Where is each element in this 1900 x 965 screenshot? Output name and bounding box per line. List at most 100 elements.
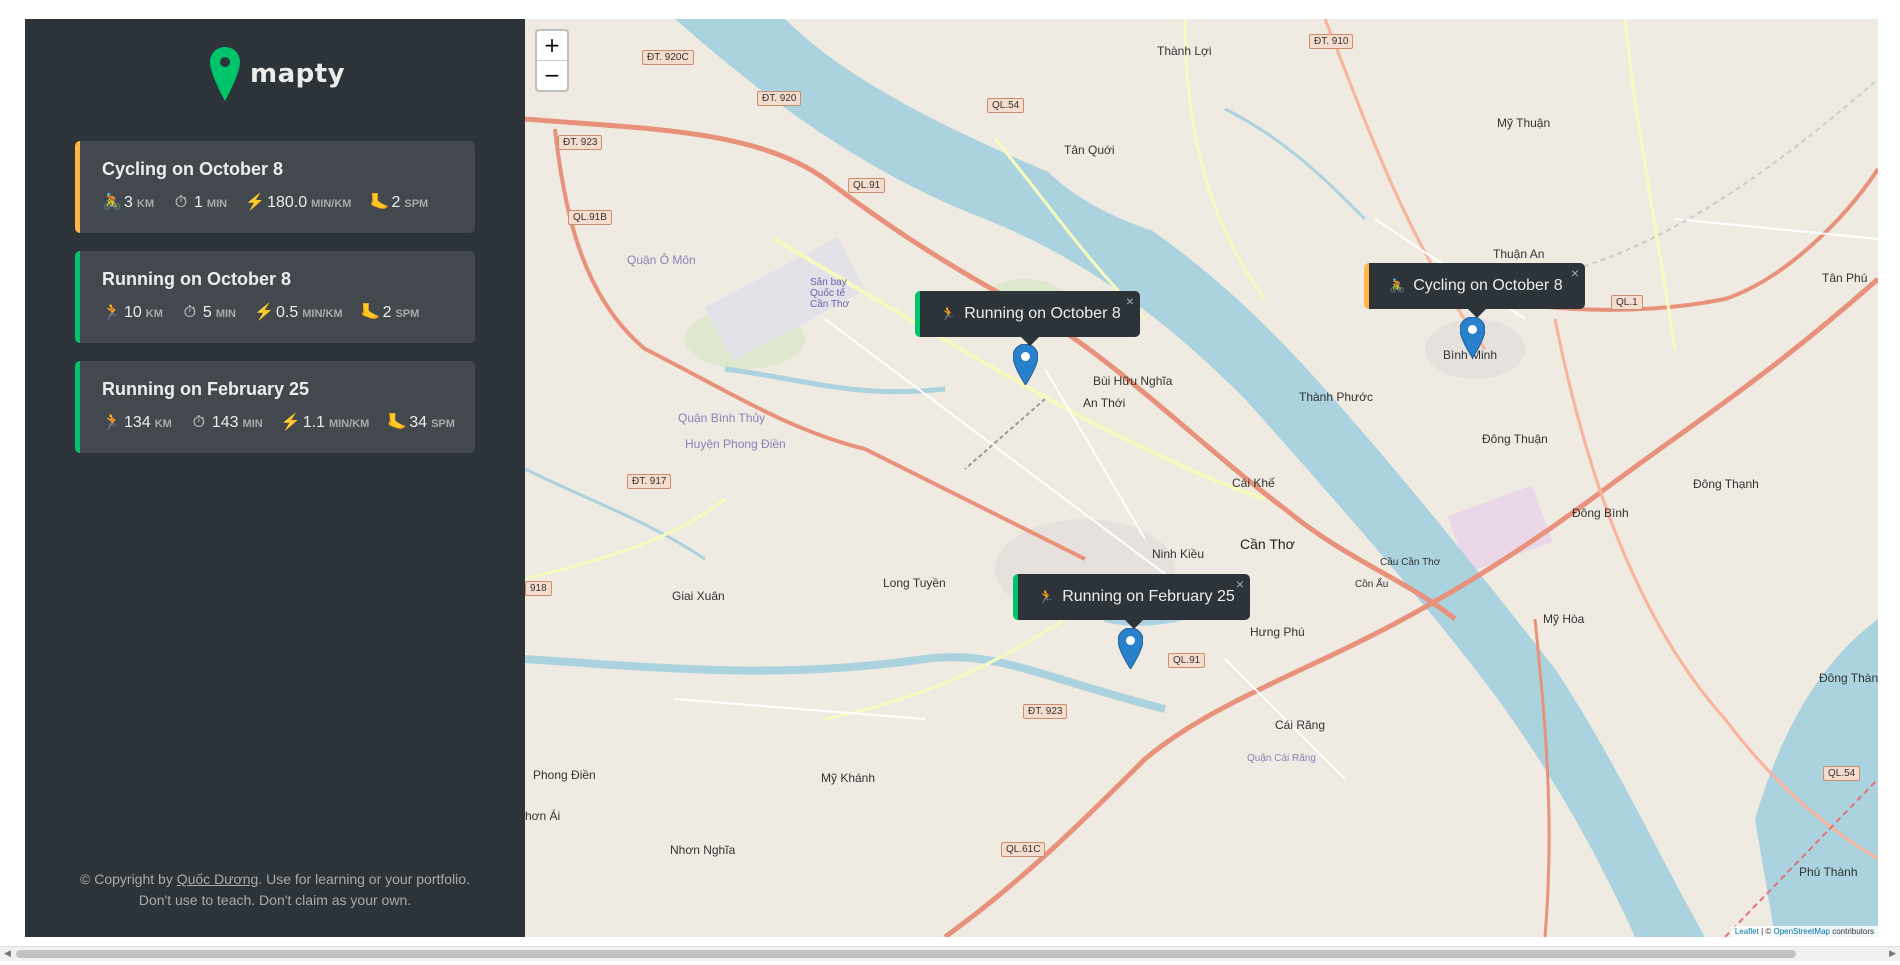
road-shield: ĐT. 910 [1309,34,1354,49]
workout-title: Running on October 8 [102,269,291,289]
workout-duration: ⏱ 143 min [190,414,263,432]
district-label: Quận Cái Răng [1247,753,1316,764]
workout-item-running-oct-8[interactable]: Running on October 8 🏃 10 km ⏱ 5 min ⚡ 0.5 min… [75,251,475,343]
workout-popup-cycling-oct-8[interactable]: 🚴 Cycling on October 8 × [1364,263,1585,318]
place-label: Phong Điền [533,768,596,782]
workout-duration: ⏱ 1 min [172,194,227,212]
place-label: Nhơn Nghĩa [670,843,736,857]
map[interactable]: + − Cần Thơ Bình Minh Tân Quới Thành Lợi… [525,19,1878,937]
place-label: Đông Thàn [1819,671,1878,685]
workout-distance: 🏃 134 km [102,414,172,431]
place-label: hơn Ái [525,809,561,823]
place-label: Ninh Kiều [1152,547,1205,561]
zoom-control: + − [535,29,569,92]
road-shield: ĐT. 917 [627,474,672,489]
road-shield: ĐT. 923 [1023,704,1068,719]
place-label: Đông Bình [1572,506,1629,520]
running-icon: 🏃 [1038,589,1055,604]
running-icon: 🏃 [102,304,122,321]
running-icon: 🏃 [102,414,122,431]
cycling-icon: 🚴 [102,194,122,211]
logo-text: mapty [250,59,346,89]
popup-text: Running on February 25 [1062,588,1235,605]
popup-close-button[interactable]: × [1571,265,1579,281]
workout-popup-running-oct-8[interactable]: 🏃 Running on October 8 × [915,291,1140,346]
place-label: Cầu Cần Thơ [1380,557,1441,568]
workout-distance: 🚴 3 km [102,194,155,211]
foot-icon: 🦶 [360,304,381,321]
author-link[interactable]: Quốc Dương [177,871,259,887]
road-shield: 918 [525,581,552,596]
map-pin-logo-icon [210,47,240,101]
place-label: Thuận An [1493,247,1545,261]
place-label: Tân Phú [1822,271,1868,285]
place-label: Phú Thành [1799,865,1858,879]
workout-distance: 🏃 10 km [102,304,163,321]
map-marker-icon[interactable] [1118,628,1143,669]
osm-link[interactable]: OpenStreetMap [1773,927,1829,936]
foot-icon: 🦶 [369,194,390,211]
lightning-icon: ⚡ [253,304,274,321]
airport-label: Sân bay Quốc tế Cần Thơ [810,277,850,310]
popup-text: Running on October 8 [964,305,1121,322]
district-label: Huyện Phong Điền [685,437,786,451]
place-label: Cái Khế [1232,476,1275,490]
district-label: Quận Ô Môn [627,253,696,267]
workout-cadence: 🦶 2 spm [360,304,420,321]
lightning-icon: ⚡ [245,194,266,211]
workout-item-cycling-oct-8[interactable]: Cycling on October 8 🚴 3 km ⏱ 1 min ⚡ 180.0 mi… [75,141,475,233]
scroll-left-arrow-icon[interactable]: ◀ [4,948,11,959]
road-shield: ĐT. 920 [757,91,802,106]
sidebar: mapty Cycling on October 8 🚴 3 km ⏱ 1 min ⚡ 1… [25,19,525,937]
map-tiles [525,19,1878,937]
place-label: Đông Thạnh [1693,477,1759,491]
place-label: Mỹ Thuận [1497,116,1551,130]
place-label: Cồn Ấu [1355,579,1389,590]
workout-title: Cycling on October 8 [102,159,284,179]
road-shield: QL.54 [987,98,1025,113]
road-shield: ĐT. 920C [642,50,694,65]
place-label: Thành Phước [1299,390,1373,404]
popup-close-button[interactable]: × [1126,293,1134,309]
workout-item-running-feb-25[interactable]: Running on February 25 🏃 134 km ⏱ 143 min ⚡ 1… [75,361,475,453]
app-container: mapty Cycling on October 8 🚴 3 km ⏱ 1 min ⚡ 1… [25,19,1878,937]
map-attribution: Leaflet | © OpenStreetMap contributors [1730,926,1878,937]
workout-list: Cycling on October 8 🚴 3 km ⏱ 1 min ⚡ 180.0 mi… [75,141,475,471]
popup-text: Cycling on October 8 [1413,277,1563,294]
road-shield: QL.54 [1823,766,1861,781]
road-shield: QL.1 [1611,295,1643,310]
horizontal-scrollbar[interactable]: ◀ ▶ [0,946,1900,961]
place-label: Bùi Hữu Nghĩa [1093,374,1173,388]
place-label: Cái Răng [1275,718,1326,732]
leaflet-link[interactable]: Leaflet [1735,927,1759,936]
zoom-out-button[interactable]: − [537,61,567,90]
road-shield: QL.91 [1168,653,1206,668]
place-label: Hưng Phú [1250,625,1305,639]
popup-close-button[interactable]: × [1236,576,1244,592]
workout-cadence: 🦶 2 spm [369,194,429,211]
place-label: Long Tuyền [883,576,946,590]
road-shield: ĐT. 923 [558,135,603,150]
foot-icon: 🦶 [387,414,408,431]
district-label: Quận Bình Thủy [678,411,766,425]
place-label: Giai Xuân [672,589,725,603]
place-label: Cần Thơ [1240,536,1295,552]
stopwatch-icon: ⏱ [192,414,206,431]
road-shield: QL.91 [848,178,886,193]
workout-cadence: 🦶 34 spm [387,414,455,431]
road-shield: QL.61C [1001,842,1046,857]
workout-title: Running on February 25 [102,379,310,399]
place-label: An Thới [1083,396,1126,410]
scroll-right-arrow-icon[interactable]: ▶ [1889,948,1896,959]
zoom-in-button[interactable]: + [537,31,567,61]
place-label: Mỹ Khánh [821,771,876,785]
map-marker-icon[interactable] [1013,344,1038,385]
place-label: Tân Quới [1064,143,1115,157]
place-label: Mỹ Hòa [1543,612,1585,626]
workout-duration: ⏱ 5 min [181,304,236,322]
map-marker-icon[interactable] [1460,317,1485,358]
logo: mapty [210,47,345,101]
scrollbar-thumb[interactable] [16,950,1796,958]
road-shield: QL.91B [568,210,612,225]
workout-popup-running-feb-25[interactable]: 🏃 Running on February 25 × [1013,574,1250,629]
